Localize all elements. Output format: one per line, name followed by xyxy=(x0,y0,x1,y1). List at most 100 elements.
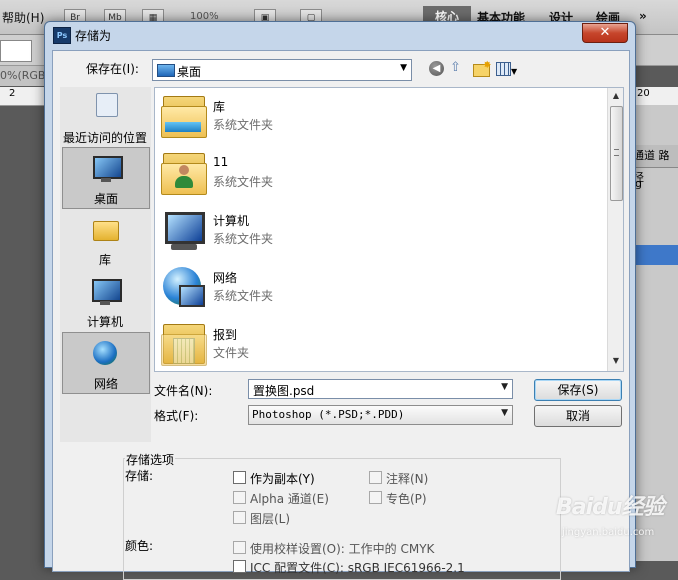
checkbox-box xyxy=(369,491,382,504)
list-item[interactable]: 库 系统文件夹 xyxy=(155,88,605,145)
network-icon xyxy=(91,339,121,369)
checkbox-box xyxy=(233,560,246,573)
format-label: 格式(F): xyxy=(154,409,199,423)
panel-tabs[interactable]: 通道 路径 xyxy=(633,145,678,184)
tool-preset-dropdown[interactable] xyxy=(0,40,32,62)
file-type: 系统文件夹 xyxy=(213,289,274,303)
back-button[interactable]: ◀ xyxy=(428,60,446,78)
checkbox-label: 注释(N) xyxy=(386,472,429,486)
file-type: 系统文件夹 xyxy=(213,118,274,132)
checkbox-box xyxy=(369,471,382,484)
notes-checkbox[interactable]: 注释(N) xyxy=(369,470,428,487)
network-icon xyxy=(161,265,207,309)
checkbox-box xyxy=(233,471,246,484)
place-recent[interactable]: 最近访问的位置 xyxy=(62,87,148,147)
place-desktop[interactable]: 桌面 xyxy=(62,147,150,209)
watermark: Baidu经验 jingyan.baidu.com xyxy=(556,487,666,549)
desktop-icon xyxy=(91,154,123,184)
place-label: 库 xyxy=(98,253,111,267)
format-value: Photoshop (*.PSD;*.PDD) xyxy=(252,408,405,421)
checkbox-label: 专色(P) xyxy=(386,492,427,506)
save-as-dialog: Ps 存储为 ✕ 保存在(I): 桌面 ▼ ◀ ⇧ ✸ ▼ 最近访问的位置 桌面… xyxy=(44,21,636,580)
view-menu-button[interactable]: ▼ xyxy=(496,60,522,78)
save-options-title: 存储选项 xyxy=(125,451,176,468)
proof-setup-checkbox[interactable]: 使用校样设置(O): 工作中的 CMYK xyxy=(233,540,434,557)
up-folder-icon: ⇧ xyxy=(450,60,461,75)
scrollbar-thumb[interactable] xyxy=(610,106,623,201)
places-bar: 最近访问的位置 桌面 库 计算机 网络 xyxy=(60,87,151,442)
close-button[interactable]: ✕ xyxy=(582,23,628,43)
file-type: 系统文件夹 xyxy=(213,175,274,189)
desktop-icon xyxy=(157,64,175,77)
place-network[interactable]: 网络 xyxy=(62,332,150,394)
panel-text: g xyxy=(635,177,642,190)
checkbox-label: Alpha 通道(E) xyxy=(250,492,329,506)
file-type: 系统文件夹 xyxy=(213,232,274,246)
watermark-site: jingyan.baidu.com xyxy=(562,527,655,538)
up-folder-button[interactable]: ⇧ xyxy=(450,60,468,78)
chevron-down-icon: ▼ xyxy=(501,408,508,418)
file-name: 报到 xyxy=(213,328,238,342)
file-name: 库 xyxy=(213,100,226,114)
file-type: 文件夹 xyxy=(213,346,250,360)
ruler-tick: 20 xyxy=(637,88,650,99)
computer-icon xyxy=(161,208,207,252)
cancel-button[interactable]: 取消 xyxy=(534,405,622,427)
watermark-brand: Baidu经验 xyxy=(556,495,665,520)
list-item[interactable]: 报到 文件夹 xyxy=(155,316,605,371)
folder-icon xyxy=(161,322,207,366)
filename-label: 文件名(N): xyxy=(154,384,213,398)
chevron-down-icon: ▼ xyxy=(400,63,407,73)
ruler: 2 xyxy=(0,87,45,106)
place-label: 网络 xyxy=(93,377,118,391)
icc-profile-checkbox[interactable]: ICC 配置文件(C): sRGB IEC61966-2.1 xyxy=(233,559,465,576)
checkbox-box xyxy=(233,511,246,524)
dialog-title: 存储为 xyxy=(75,29,112,43)
layers-checkbox[interactable]: 图层(L) xyxy=(233,510,290,527)
user-folder-icon xyxy=(161,151,207,195)
list-item[interactable]: 计算机 系统文件夹 xyxy=(155,202,605,259)
file-name: 网络 xyxy=(213,271,238,285)
panel-selected-row[interactable] xyxy=(633,245,678,265)
save-in-label: 保存在(I): xyxy=(86,62,139,76)
color-label: 颜色: xyxy=(125,539,154,553)
alpha-channels-checkbox[interactable]: Alpha 通道(E) xyxy=(233,490,329,507)
back-arrow-icon: ◀ xyxy=(429,61,444,76)
ruler-tick: 2 xyxy=(9,88,16,99)
list-item[interactable]: 网络 系统文件夹 xyxy=(155,259,605,316)
scroll-down-icon[interactable]: ▼ xyxy=(608,353,623,369)
file-list: 库 系统文件夹 11 系统文件夹 计算机 系统文件夹 网络 系统文件夹 报到 文… xyxy=(154,87,624,372)
dialog-titlebar[interactable]: Ps 存储为 ✕ xyxy=(45,22,635,46)
chevron-down-icon[interactable]: ▼ xyxy=(501,382,508,392)
checkbox-box xyxy=(233,491,246,504)
ruler-right: 20 xyxy=(633,87,678,105)
photoshop-logo-icon: Ps xyxy=(53,27,71,44)
store-label: 存储: xyxy=(125,469,154,483)
as-copy-checkbox[interactable]: 作为副本(Y) xyxy=(233,470,315,487)
checkbox-box xyxy=(233,541,246,554)
filename-input[interactable]: 置换图.psd ▼ xyxy=(248,379,513,399)
checkbox-label: 使用校样设置(O): 工作中的 CMYK xyxy=(250,542,435,556)
save-button[interactable]: 保存(S) xyxy=(534,379,622,401)
save-in-dropdown[interactable]: 桌面 ▼ xyxy=(152,59,412,81)
recent-places-icon xyxy=(90,93,120,123)
save-in-value: 桌面 xyxy=(177,65,202,79)
file-name: 计算机 xyxy=(213,214,250,228)
computer-icon xyxy=(90,277,122,307)
libraries-folder-icon xyxy=(161,94,207,138)
grip-icon xyxy=(614,149,619,156)
format-dropdown[interactable]: Photoshop (*.PSD;*.PDD) ▼ xyxy=(248,405,513,425)
more-workspaces-icon[interactable]: » xyxy=(639,9,647,23)
document-tab[interactable]: 0%(RGB/ xyxy=(0,66,50,86)
chevron-down-icon: ▼ xyxy=(511,67,518,76)
new-folder-button[interactable]: ✸ xyxy=(473,60,491,78)
place-computer[interactable]: 计算机 xyxy=(62,271,148,331)
vertical-scrollbar[interactable]: ▲ ▼ xyxy=(607,88,623,371)
place-label: 最近访问的位置 xyxy=(62,131,147,145)
scroll-up-icon[interactable]: ▲ xyxy=(608,88,623,104)
place-libraries[interactable]: 库 xyxy=(62,209,148,269)
spot-colors-checkbox[interactable]: 专色(P) xyxy=(369,490,427,507)
help-menu[interactable]: 帮助(H) xyxy=(2,9,44,26)
list-item[interactable]: 11 系统文件夹 xyxy=(155,145,605,202)
checkbox-label: 图层(L) xyxy=(250,512,291,526)
